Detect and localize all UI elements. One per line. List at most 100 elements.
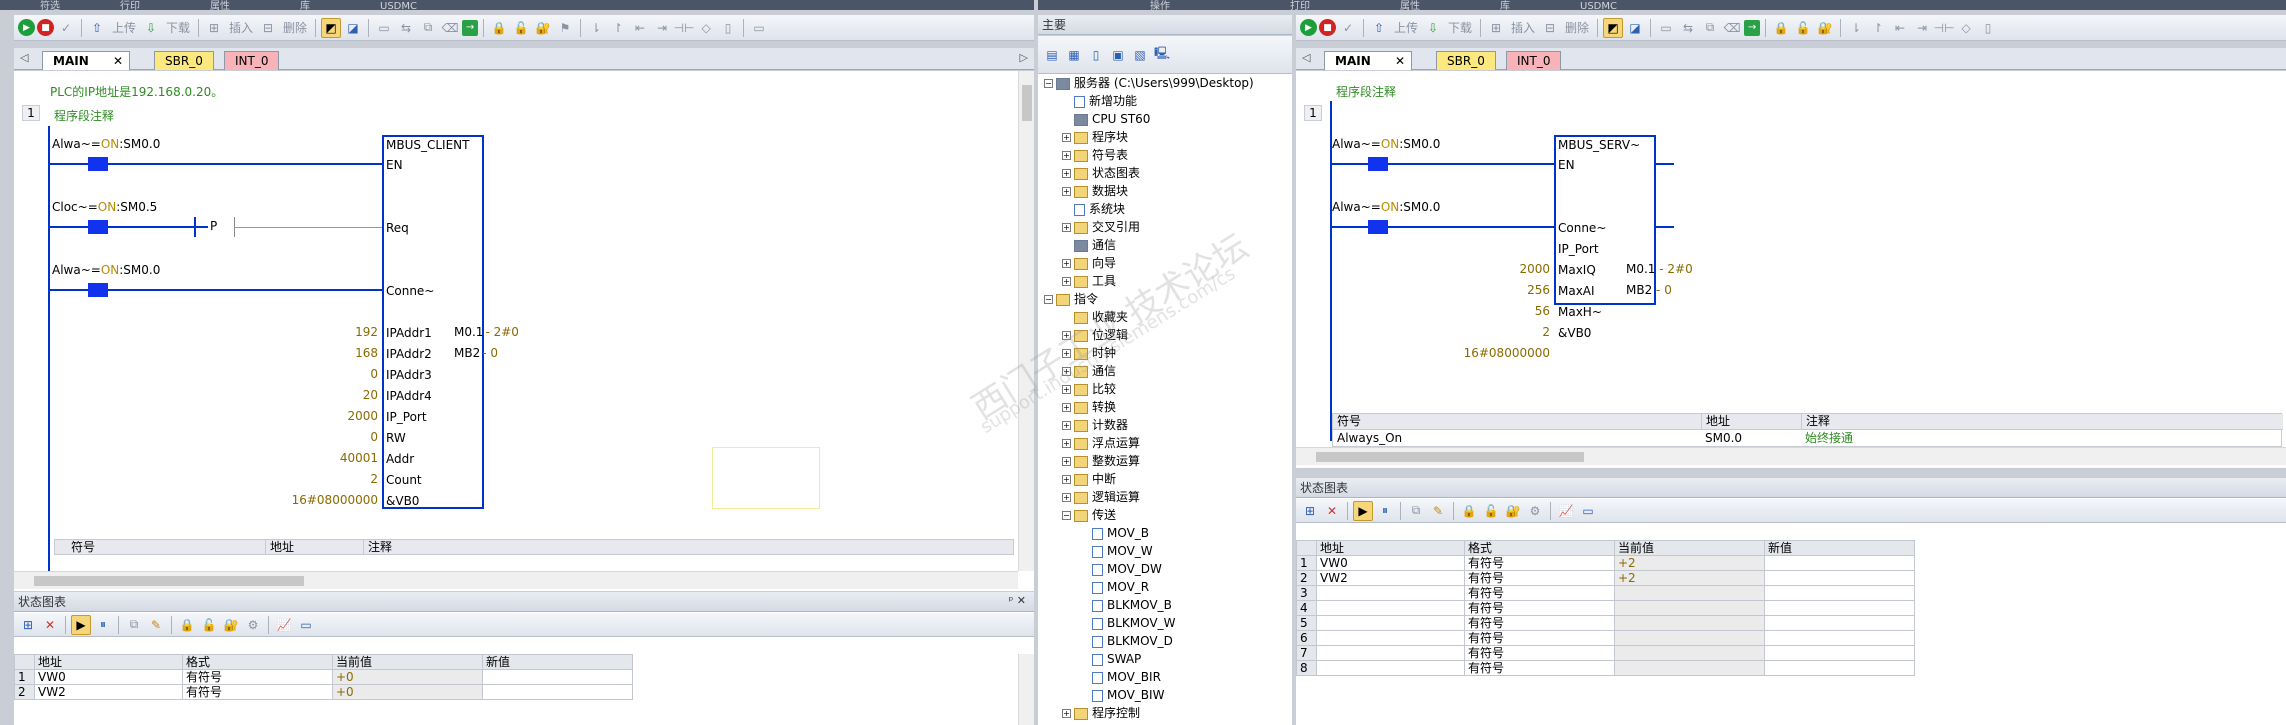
expand-toggle-icon[interactable]: − <box>1062 511 1071 520</box>
tree-item[interactable]: + 通信 <box>1062 362 1116 380</box>
contact-always-on-2[interactable] <box>1368 220 1388 234</box>
tree-item[interactable]: BLKMOV_D <box>1080 632 1173 650</box>
display-format-icon[interactable]: ▭ <box>296 615 316 635</box>
right-ladder-editor[interactable]: 1 程序段注释 Alwa~=ON:SM0.0 Alwa~=ON:SM0.0 MB… <box>1296 71 2286 468</box>
network-copy-icon[interactable]: ⧉ <box>418 18 438 38</box>
insert-icon[interactable]: ⊞ <box>204 18 224 38</box>
chart-pause-icon[interactable]: ⏸ <box>93 615 113 635</box>
symbol-table[interactable]: 符号 地址 注释 Always_On SM0.0 始终接通 <box>1332 413 2283 447</box>
expand-toggle-icon[interactable]: + <box>1062 367 1071 376</box>
tab-main[interactable]: MAIN ✕ <box>42 51 130 70</box>
go-icon[interactable]: → <box>462 19 479 36</box>
chart-pause-icon[interactable]: ⏸ <box>1375 501 1395 521</box>
left-ladder-editor[interactable]: PLC的IP地址是192.168.0.20。 1 程序段注释 Alwa~=ON:… <box>14 71 1034 591</box>
insert-button[interactable]: 插入 <box>1508 19 1538 36</box>
tab-int0[interactable]: INT_0 <box>224 51 280 70</box>
tree-item[interactable]: + 位逻辑 <box>1062 326 1128 344</box>
table-row[interactable]: 2 VW2 有符号 +2 <box>1296 570 1915 586</box>
table-row[interactable]: 2 VW2 有符号 +0 <box>14 684 633 700</box>
contact-always-on-1[interactable] <box>88 157 108 171</box>
tab-int0[interactable]: INT_0 <box>1506 51 1562 70</box>
table-row[interactable]: 5 有符号 <box>1296 615 1915 631</box>
delete-button[interactable]: 删除 <box>280 19 310 36</box>
chart-monitor-icon[interactable]: ▶ <box>1353 500 1373 521</box>
display-format-icon[interactable]: ▭ <box>1578 501 1598 521</box>
tree-item[interactable]: CPU ST60 <box>1062 110 1150 128</box>
expand-toggle-icon[interactable]: + <box>1062 403 1071 412</box>
expand-toggle-icon[interactable]: + <box>1062 133 1071 142</box>
trend-icon[interactable]: 📈 <box>1556 501 1576 521</box>
tree-item[interactable]: BLKMOV_W <box>1080 614 1175 632</box>
close-icon[interactable]: ✕ <box>113 52 123 70</box>
unforce-all-icon[interactable]: 🔐 <box>1503 501 1523 521</box>
pane-close-icon[interactable]: ᵖ ✕ <box>1009 594 1026 607</box>
add-row-icon[interactable]: ⊞ <box>1300 501 1320 521</box>
expand-toggle-icon[interactable]: + <box>1062 223 1071 232</box>
box-icon[interactable]: ▯ <box>1978 18 1998 38</box>
force-icon[interactable]: 🔒 <box>177 615 197 635</box>
lock-all-icon[interactable]: 🔐 <box>1815 18 1835 38</box>
tree-item[interactable]: SWAP <box>1080 650 1141 668</box>
view-img-icon[interactable]: ▧ <box>1130 45 1150 65</box>
expand-toggle-icon[interactable]: − <box>1044 295 1053 304</box>
expand-toggle-icon[interactable]: + <box>1062 151 1071 160</box>
network-delete-icon[interactable]: ⌫ <box>1722 18 1742 38</box>
line-down-icon[interactable]: ⇂ <box>1846 18 1866 38</box>
network-insert-icon[interactable]: ⇆ <box>1678 18 1698 38</box>
unforce-all-icon[interactable]: 🔐 <box>221 615 241 635</box>
lock-all-icon[interactable]: 🔐 <box>533 18 553 38</box>
line-down-icon[interactable]: ⇂ <box>586 18 606 38</box>
tree-item[interactable]: BLKMOV_B <box>1080 596 1172 614</box>
view-icon[interactable]: ▤ <box>1042 45 1062 65</box>
table-row[interactable]: 3 有符号 <box>1296 585 1915 601</box>
line-left-icon[interactable]: ⇤ <box>630 18 650 38</box>
run-icon[interactable]: ▶ <box>18 19 35 36</box>
tree-item[interactable]: + 数据块 <box>1062 182 1128 200</box>
trend-icon[interactable]: 📈 <box>274 615 294 635</box>
left-status-table[interactable]: 地址 格式 当前值 新值 1 VW0 有符号 +0 2 VW2 有符号 +0 <box>14 654 633 700</box>
window-icon[interactable]: ▭ <box>374 18 394 38</box>
expand-toggle-icon[interactable]: + <box>1062 331 1071 340</box>
contact-always-on-1[interactable] <box>1368 157 1388 171</box>
table-row[interactable]: 1 VW0 有符号 +0 <box>14 669 633 685</box>
tree-item[interactable]: − 传送 <box>1062 506 1116 524</box>
pause-monitor-icon[interactable]: ◪ <box>1625 18 1645 38</box>
left-editor-hscroll[interactable] <box>14 571 1018 589</box>
expand-toggle-icon[interactable]: + <box>1062 457 1071 466</box>
expand-toggle-icon[interactable]: + <box>1062 385 1071 394</box>
compile-icon[interactable]: ✓ <box>1338 18 1358 38</box>
expand-toggle-icon[interactable]: + <box>1062 187 1071 196</box>
lock-icon[interactable]: 🔒 <box>489 18 509 38</box>
tab-scroll-left-icon[interactable]: ◁ <box>20 51 28 64</box>
monitor-icon[interactable]: ◩ <box>1603 17 1624 38</box>
tree-item[interactable]: MOV_DW <box>1080 560 1162 578</box>
download-button[interactable]: 下载 <box>163 19 193 36</box>
unlock-icon[interactable]: 🔓 <box>511 18 531 38</box>
expand-toggle-icon[interactable]: + <box>1062 349 1071 358</box>
tree-item[interactable]: + 时钟 <box>1062 344 1116 362</box>
tree-item[interactable]: 收藏夹 <box>1062 308 1128 326</box>
expand-toggle-icon[interactable]: + <box>1062 421 1071 430</box>
compile-icon[interactable]: ✓ <box>56 18 76 38</box>
table-row[interactable]: Always_On SM0.0 始终接通 <box>1333 430 2283 446</box>
view-page-icon[interactable]: ▯ <box>1086 45 1106 65</box>
left-status-vscroll[interactable] <box>1018 654 1034 725</box>
tab-sbr0[interactable]: SBR_0 <box>1436 51 1496 70</box>
coil-icon[interactable]: ◇ <box>1956 18 1976 38</box>
stop-icon[interactable]: ■ <box>37 19 54 36</box>
table-row[interactable]: 6 有符号 <box>1296 630 1915 646</box>
tree-item[interactable]: MOV_BIR <box>1080 668 1161 686</box>
tree-item[interactable]: + 向导 <box>1062 254 1116 272</box>
tree-item[interactable]: 通信 <box>1062 236 1116 254</box>
pencil-icon[interactable]: ✎ <box>146 615 166 635</box>
force-icon[interactable]: 🔒 <box>1459 501 1479 521</box>
table-row[interactable]: 8 有符号 <box>1296 660 1915 676</box>
read-forced-icon[interactable]: ⚙ <box>1525 501 1545 521</box>
upload-icon[interactable]: ⇧ <box>87 18 107 38</box>
mbus-client-block[interactable]: MBUS_CLIENT EN Req Conne~ IPAddr1 IPAddr… <box>382 135 484 509</box>
tree-item[interactable]: + 浮点运算 <box>1062 434 1140 452</box>
right-status-table[interactable]: 地址 格式 当前值 新值 1 VW0 有符号 +2 2 VW2 有符号 +2 3 有符号 4 有符号 5 有符号… <box>1296 540 1915 676</box>
line-up-icon[interactable]: ↾ <box>1868 18 1888 38</box>
view-pc-icon[interactable]: 🖳 <box>1152 45 1172 65</box>
delete-icon[interactable]: ⊟ <box>258 18 278 38</box>
